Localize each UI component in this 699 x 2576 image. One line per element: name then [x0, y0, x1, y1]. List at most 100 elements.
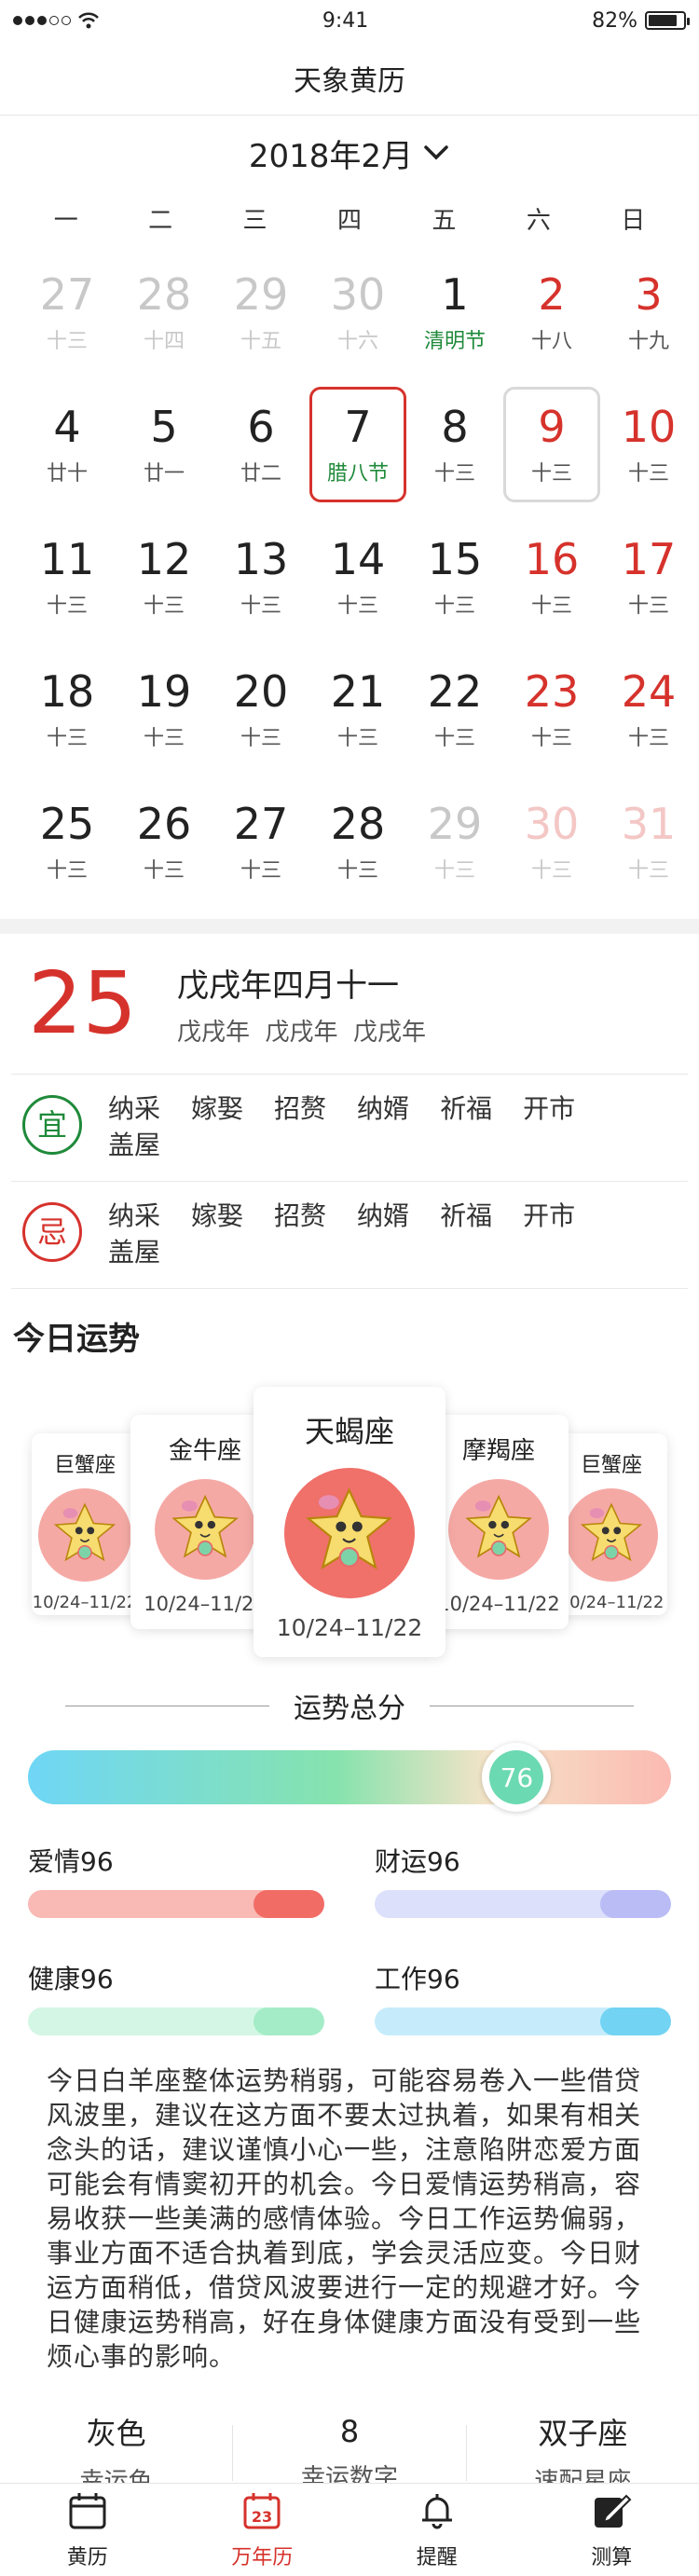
lunar-day: 十八: [530, 330, 572, 353]
tab-label: 黄历: [66, 2545, 108, 2569]
zodiac-card[interactable]: 巨蟹座 10/24–11/22: [32, 1433, 138, 1615]
calendar-day[interactable]: 20 十三: [212, 651, 309, 767]
lunar-day: 十三: [46, 859, 88, 883]
month-selector[interactable]: 2018年2月: [0, 116, 699, 190]
calendar-day[interactable]: 14 十三: [309, 519, 406, 635]
zodiac-card[interactable]: 摩羯座 10/24–11/22: [429, 1415, 569, 1629]
zodiac-mascot-icon: [38, 1488, 131, 1583]
calendar-day[interactable]: 2 十八: [503, 254, 600, 370]
day-number: 7: [344, 402, 372, 452]
day-number: 29: [233, 269, 289, 320]
calendar-day[interactable]: 26 十三: [116, 784, 212, 899]
calendar-day[interactable]: 18 十三: [19, 651, 116, 767]
calendar-day[interactable]: 30 十三: [503, 784, 600, 899]
fortune-description: 今日白羊座整体运势稍弱，可能容易卷入一些借贷风波里，建议在这方面不要太过执着，如…: [47, 2065, 642, 2372]
calendar-day[interactable]: 19 十三: [116, 651, 212, 767]
day-number: 31: [621, 799, 677, 849]
score-knob: 76: [482, 1743, 552, 1812]
ji-item: 嫁娶: [191, 1200, 244, 1231]
calendar-day[interactable]: 30 十六: [309, 254, 406, 370]
calendar-day[interactable]: 17 十三: [600, 519, 697, 635]
day-number: 13: [233, 534, 289, 584]
month-label: 2018年2月: [248, 137, 414, 175]
zodiac-mascot-icon: [155, 1479, 255, 1581]
calendar-day[interactable]: 24 十三: [600, 651, 697, 767]
weekday-label: 三: [242, 206, 267, 235]
day-number: 2: [538, 269, 566, 320]
status-bar: 9:41 82%: [0, 0, 699, 41]
calendar-day[interactable]: 15 十三: [406, 519, 503, 635]
yi-list: 纳采 嫁娶 招赘 纳婿 祈福 开市 盖屋: [108, 1091, 677, 1164]
sub-score-bar: [375, 2007, 671, 2035]
lunar-day: 十三: [240, 595, 281, 618]
calendar-day[interactable]: 28 十四: [116, 254, 212, 370]
calendar-day[interactable]: 5 廿一: [116, 387, 212, 502]
calendar-day[interactable]: 22 十三: [406, 651, 503, 767]
zodiac-mascot-icon: [565, 1488, 658, 1583]
day-number: 18: [39, 666, 95, 717]
zodiac-card[interactable]: 天蝎座 10/24–11/22: [254, 1387, 445, 1657]
zodiac-name: 摩羯座: [461, 1437, 535, 1466]
calendar-day[interactable]: 10 十三: [600, 387, 697, 502]
calendar-day[interactable]: 27 十三: [19, 254, 116, 370]
zodiac-date-range: 10/24–11/22: [32, 1592, 138, 1612]
tab-calendar-23[interactable]: 23 万年历: [175, 2484, 350, 2576]
zodiac-date-range: 10/24–11/22: [276, 1613, 423, 1641]
calendar-day[interactable]: 6 廿二: [212, 387, 309, 502]
tab-calendar[interactable]: 黄历: [0, 2484, 175, 2576]
calendar-day[interactable]: 23 十三: [503, 651, 600, 767]
calendar-day[interactable]: 27 十三: [212, 784, 309, 899]
weekday-label: 四: [336, 206, 362, 235]
calendar-day[interactable]: 31 十三: [600, 784, 697, 899]
calendar-day[interactable]: 25 十三: [19, 784, 116, 899]
battery-icon: [645, 11, 690, 30]
lunar-day: 十九: [627, 330, 669, 353]
calendar-day[interactable]: 13 十三: [212, 519, 309, 635]
calendar-day[interactable]: 11 十三: [19, 519, 116, 635]
day-number: 3: [635, 269, 663, 320]
day-number: 27: [39, 269, 95, 320]
zodiac-date-range: 10/24–11/22: [144, 1592, 267, 1615]
lunar-day: 十四: [143, 330, 185, 353]
weekday-label: 一: [53, 206, 78, 235]
ji-item: 招赘: [274, 1200, 327, 1231]
calendar-day[interactable]: 12 十三: [116, 519, 212, 635]
calendar-day[interactable]: 21 十三: [309, 651, 406, 767]
sub-score-label: 爱情96: [28, 1846, 114, 1877]
calendar-day[interactable]: 7 腊八节: [309, 387, 406, 502]
zodiac-name: 天蝎座: [304, 1414, 394, 1450]
tab-edit[interactable]: 测算: [525, 2484, 699, 2576]
zodiac-carousel[interactable]: 巨蟹座 10/24–11/22 金牛座 10/24–11/22 天蝎座 10/24–11/…: [0, 1387, 699, 1666]
yi-item: 嫁娶: [191, 1093, 244, 1124]
yi-item: 招赘: [274, 1093, 327, 1124]
calendar-day[interactable]: 1 清明节: [406, 254, 503, 370]
calendar-day[interactable]: 28 十三: [309, 784, 406, 899]
calendar-day[interactable]: 3 十九: [600, 254, 697, 370]
ji-item: 纳采: [108, 1200, 161, 1231]
day-number: 8: [441, 402, 469, 452]
lunar-day: 十三: [46, 330, 88, 353]
day-number: 10: [621, 402, 677, 452]
lunar-day: 腊八节: [326, 462, 389, 486]
yi-icon: 宜: [22, 1095, 82, 1155]
weekday-label: 六: [526, 206, 551, 235]
zodiac-card[interactable]: 巨蟹座 10/24–11/22: [555, 1433, 667, 1615]
calendar-day[interactable]: 9 十三: [503, 387, 600, 502]
tab-bell[interactable]: 提醒: [350, 2484, 525, 2576]
day-number: 14: [330, 534, 386, 584]
calendar-day[interactable]: 29 十五: [212, 254, 309, 370]
lunar-day: 十三: [143, 595, 185, 618]
day-number: 19: [136, 666, 192, 717]
day-number: 24: [621, 666, 677, 717]
wifi-icon: [78, 12, 99, 29]
lunar-day: 十三: [530, 595, 572, 618]
lunar-day: 廿十: [46, 462, 88, 486]
tab-bar: 黄历 23 万年历 提醒 测算: [0, 2483, 699, 2576]
calendar-day[interactable]: 16 十三: [503, 519, 600, 635]
sub-score-label: 工作96: [375, 1964, 460, 1994]
calendar-day[interactable]: 4 廿十: [19, 387, 116, 502]
calendar-day[interactable]: 8 十三: [406, 387, 503, 502]
calendar-day[interactable]: 29 十三: [406, 784, 503, 899]
selected-day-number: 25: [28, 953, 138, 1053]
tab-label: 万年历: [231, 2545, 294, 2569]
